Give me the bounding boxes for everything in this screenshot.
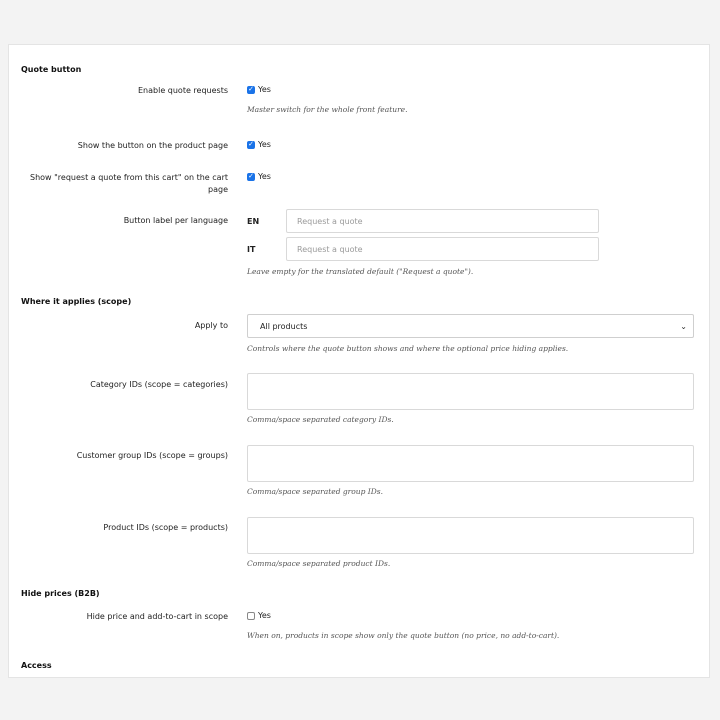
apply-to-select[interactable]: All products ⌄ (247, 314, 694, 338)
show-product-label: Show the button on the product page (77, 141, 228, 150)
chevron-down-icon: ⌄ (680, 321, 687, 331)
checkbox-label: Yes (258, 172, 271, 181)
group-ids-help-text: Comma/space separated group IDs. (247, 487, 383, 496)
section-heading-access: Access (21, 661, 52, 670)
hide-price-help-text: When on, products in scope show only the… (247, 631, 560, 640)
enable-quote-requests-label: Enable quote requests (137, 86, 228, 95)
section-heading-hide-prices: Hide prices (B2B) (21, 589, 100, 598)
enable-quote-requests-checkbox[interactable]: ✓ Yes (247, 85, 271, 94)
button-label-en-input[interactable]: Request a quote (286, 209, 599, 233)
show-cart-checkbox[interactable]: ✓ Yes (247, 172, 271, 181)
checkbox-label: Yes (258, 140, 271, 149)
checkbox-checked-icon: ✓ (247, 172, 255, 181)
hide-price-label: Hide price and add-to-cart in scope (86, 612, 228, 621)
section-heading-scope: Where it applies (scope) (21, 297, 132, 306)
category-ids-help-text: Comma/space separated category IDs. (247, 415, 394, 424)
checkbox-checked-icon: ✓ (247, 85, 255, 94)
product-ids-help-text: Comma/space separated product IDs. (247, 559, 391, 568)
apply-to-help-text: Controls where the quote button shows an… (247, 344, 569, 353)
product-ids-input[interactable] (247, 517, 694, 554)
show-product-checkbox[interactable]: ✓ Yes (247, 140, 271, 149)
category-ids-input[interactable] (247, 373, 694, 410)
hide-price-checkbox[interactable]: Yes (247, 611, 271, 620)
checkbox-checked-icon: ✓ (247, 140, 255, 149)
group-ids-input[interactable] (247, 445, 694, 482)
button-label-per-language-label: Button label per language (123, 216, 228, 225)
checkbox-unchecked-icon (247, 611, 255, 620)
show-cart-label: Show "request a quote from this cart" on… (29, 173, 228, 194)
group-ids-label: Customer group IDs (scope = groups) (76, 451, 228, 460)
apply-to-label: Apply to (194, 321, 228, 330)
apply-to-selected-value: All products (260, 321, 308, 331)
lang-code-en: EN (247, 217, 260, 226)
checkbox-label: Yes (258, 611, 271, 620)
checkbox-label: Yes (258, 85, 271, 94)
section-heading-quote-button: Quote button (21, 65, 82, 74)
lang-code-it: IT (247, 245, 256, 254)
category-ids-label: Category IDs (scope = categories) (90, 380, 228, 389)
settings-panel: Quote button Enable quote requests ✓ Yes… (8, 44, 710, 678)
enable-help-text: Master switch for the whole front featur… (247, 105, 408, 114)
button-label-it-input[interactable]: Request a quote (286, 237, 599, 261)
button-label-help-text: Leave empty for the translated default (… (247, 267, 474, 276)
product-ids-label: Product IDs (scope = products) (103, 523, 228, 532)
